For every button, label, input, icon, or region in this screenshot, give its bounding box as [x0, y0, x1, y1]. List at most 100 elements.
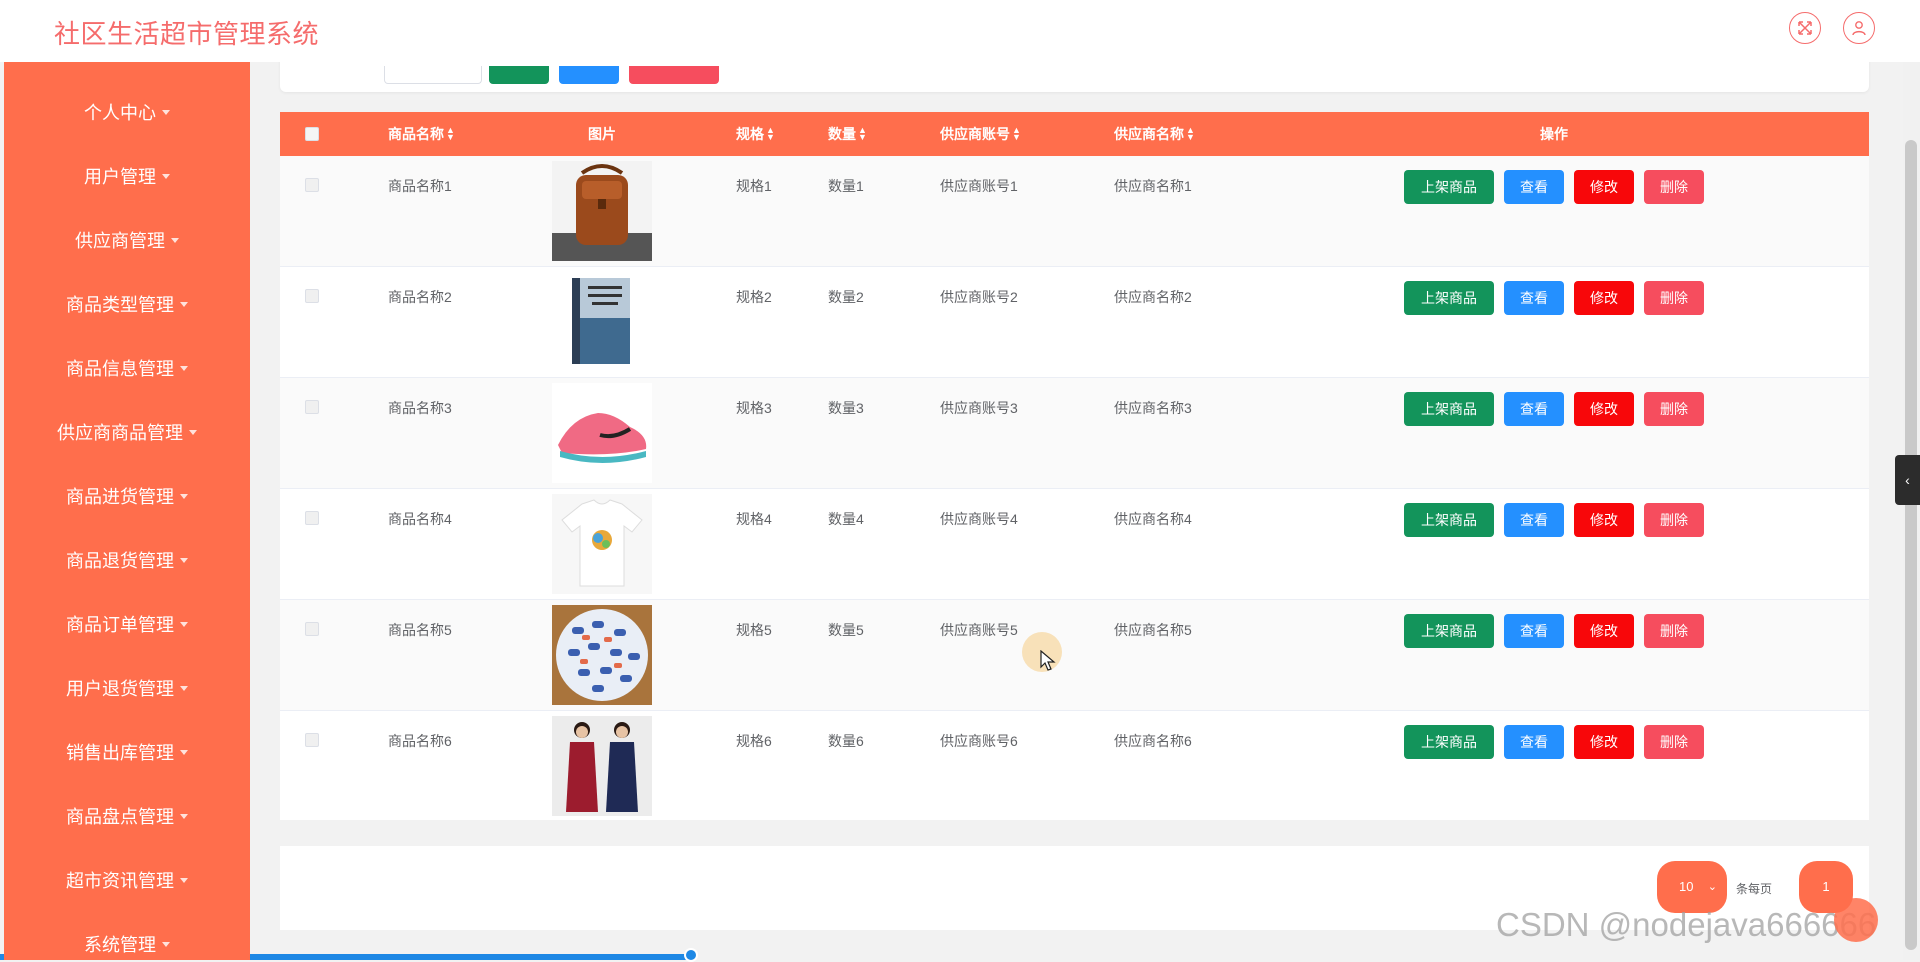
row-checkbox[interactable] [305, 733, 319, 747]
column-header-name[interactable]: 商品名称 ▲ ▼ [388, 112, 455, 156]
header-label: 操作 [1540, 126, 1568, 142]
column-header-supplier-account[interactable]: 供应商账号 ▲ ▼ [940, 112, 1021, 156]
row-checkbox[interactable] [305, 289, 319, 303]
cell-supplier-name: 供应商名称5 [1114, 622, 1192, 638]
select-all-checkbox[interactable] [305, 127, 319, 141]
caret-down-icon [180, 749, 188, 755]
view-button[interactable]: 查看 [1504, 614, 1564, 648]
delete-button[interactable]: 删除 [1644, 614, 1704, 648]
page-size-value: 10 [1679, 879, 1694, 894]
menu-label: 销售出库管理 [66, 743, 174, 763]
search-button[interactable] [489, 66, 549, 84]
table-row: 商品名称3 规格3 数量3 供应商账号3 供应商名称3 上架商品 查看 修改 删… [280, 378, 1869, 489]
caret-down-icon [180, 365, 188, 371]
menu-item-user-management[interactable]: 用户管理 [4, 145, 250, 209]
caret-down-icon [180, 877, 188, 883]
delete-button[interactable]: 删除 [1644, 503, 1704, 537]
view-button[interactable]: 查看 [1504, 392, 1564, 426]
view-button[interactable]: 查看 [1504, 503, 1564, 537]
batch-delete-button[interactable] [629, 66, 719, 84]
cell-supplier-name: 供应商名称6 [1114, 733, 1192, 749]
column-header-supplier-name[interactable]: 供应商名称 ▲ ▼ [1114, 112, 1195, 156]
cell-name: 商品名称3 [388, 400, 452, 416]
product-image-book[interactable] [552, 272, 652, 372]
cell-supplier-account: 供应商账号2 [940, 289, 1018, 305]
caret-down-icon [180, 685, 188, 691]
view-button[interactable]: 查看 [1504, 281, 1564, 315]
menu-item-inventory-check-management[interactable]: 商品盘点管理 [4, 785, 250, 849]
menu-label: 供应商商品管理 [57, 423, 183, 443]
search-input[interactable] [384, 66, 482, 84]
product-image-white-tshirt[interactable] [552, 494, 652, 594]
product-image-pink-sneaker[interactable] [552, 383, 652, 483]
delete-button[interactable]: 删除 [1644, 725, 1704, 759]
cell-spec: 规格6 [736, 733, 772, 749]
menu-item-sales-outbound-management[interactable]: 销售出库管理 [4, 721, 250, 785]
delete-button[interactable]: 删除 [1644, 281, 1704, 315]
list-on-shelf-button[interactable]: 上架商品 [1404, 614, 1494, 648]
caret-down-icon [162, 109, 170, 115]
menu-item-goods-return-management[interactable]: 商品退货管理 [4, 529, 250, 593]
sort-icon: ▲ ▼ [1186, 125, 1195, 143]
column-header-image: 图片 [588, 112, 616, 156]
menu-item-order-management[interactable]: 商品订单管理 [4, 593, 250, 657]
table-row: 商品名称6 规格6 数量6 供应商账号6 供应商名称6 上架商品 查看 修改 删… [280, 711, 1869, 820]
caret-down-icon [180, 301, 188, 307]
fullscreen-button[interactable] [1789, 12, 1821, 44]
back-to-top-button[interactable] [1834, 898, 1878, 942]
page-scrollbar-thumb[interactable] [1905, 140, 1917, 950]
header-label: 商品名称 [388, 126, 444, 142]
menu-item-supplier-goods-management[interactable]: 供应商商品管理 [4, 401, 250, 465]
delete-button[interactable]: 删除 [1644, 170, 1704, 204]
list-on-shelf-button[interactable]: 上架商品 [1404, 503, 1494, 537]
menu-item-system-management[interactable]: 系统管理 [4, 913, 250, 960]
menu-item-user-return-management[interactable]: 用户退货管理 [4, 657, 250, 721]
cell-supplier-name: 供应商名称2 [1114, 289, 1192, 305]
menu-item-purchase-management[interactable]: 商品进货管理 [4, 465, 250, 529]
watermark: CSDN @nodejava666666 [1496, 906, 1877, 943]
edit-button[interactable]: 修改 [1574, 503, 1634, 537]
column-header-quantity[interactable]: 数量 ▲ ▼ [828, 112, 867, 156]
list-on-shelf-button[interactable]: 上架商品 [1404, 392, 1494, 426]
header-label: 供应商名称 [1114, 126, 1184, 142]
cell-quantity: 数量2 [828, 289, 864, 305]
menu-label: 商品订单管理 [66, 615, 174, 635]
menu-label: 商品进货管理 [66, 487, 174, 507]
view-button[interactable]: 查看 [1504, 170, 1564, 204]
menu-item-personal-center[interactable]: 个人中心 [4, 81, 250, 145]
row-checkbox[interactable] [305, 511, 319, 525]
row-checkbox[interactable] [305, 622, 319, 636]
product-image-dresses[interactable] [552, 716, 652, 816]
product-image-candies[interactable] [552, 605, 652, 705]
product-image-leather-bag[interactable] [552, 161, 652, 261]
menu-item-news-management[interactable]: 超市资讯管理 [4, 849, 250, 913]
edit-button[interactable]: 修改 [1574, 392, 1634, 426]
cell-quantity: 数量5 [828, 622, 864, 638]
column-header-spec[interactable]: 规格 ▲ ▼ [736, 112, 775, 156]
row-checkbox[interactable] [305, 178, 319, 192]
row-checkbox[interactable] [305, 400, 319, 414]
menu-item-supplier-management[interactable]: 供应商管理 [4, 209, 250, 273]
cell-name: 商品名称2 [388, 289, 452, 305]
cell-supplier-name: 供应商名称4 [1114, 511, 1192, 527]
delete-button[interactable]: 删除 [1644, 392, 1704, 426]
view-button[interactable]: 查看 [1504, 725, 1564, 759]
menu-item-goods-info-management[interactable]: 商品信息管理 [4, 337, 250, 401]
sort-icon: ▲ ▼ [766, 125, 775, 143]
edit-button[interactable]: 修改 [1574, 281, 1634, 315]
sort-icon: ▲ ▼ [858, 125, 867, 143]
list-on-shelf-button[interactable]: 上架商品 [1404, 170, 1494, 204]
collapse-panel-button[interactable]: ‹ [1895, 455, 1920, 505]
menu-item-goods-type-management[interactable]: 商品类型管理 [4, 273, 250, 337]
add-button[interactable] [559, 66, 619, 84]
table-row: 商品名称2 规格2 数量2 供应商账号2 供应商名称2 上架商品 查看 修改 删… [280, 267, 1869, 378]
user-avatar-button[interactable] [1843, 12, 1875, 44]
edit-button[interactable]: 修改 [1574, 614, 1634, 648]
caret-down-icon [162, 173, 170, 179]
menu-label: 系统管理 [84, 935, 156, 955]
edit-button[interactable]: 修改 [1574, 170, 1634, 204]
list-on-shelf-button[interactable]: 上架商品 [1404, 725, 1494, 759]
list-on-shelf-button[interactable]: 上架商品 [1404, 281, 1494, 315]
user-icon [1852, 21, 1866, 36]
edit-button[interactable]: 修改 [1574, 725, 1634, 759]
